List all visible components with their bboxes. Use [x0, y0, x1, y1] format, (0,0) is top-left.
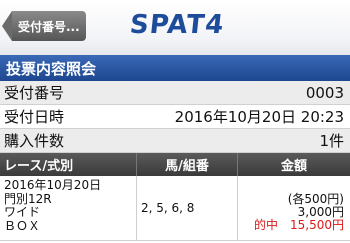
spat4-logo: SPAT4	[128, 10, 226, 40]
receipt-date-value: 2016年10月20日 20:23	[174, 108, 344, 126]
purchase-count-label: 購入件数	[4, 132, 65, 150]
receipt-date-row: 受付日時 2016年10月20日 20:23	[0, 105, 350, 129]
hit-payout: 的中 15,500円	[238, 219, 344, 232]
back-button-label: 受付番号...	[12, 11, 86, 41]
bet-type: ワイド	[4, 205, 41, 219]
receipt-number-row: 受付番号 0003	[0, 81, 350, 105]
race-date: 2016年10月20日	[4, 178, 102, 192]
purchase-count-row: 購入件数 1件	[0, 129, 350, 153]
header-amount: 金額	[280, 159, 307, 174]
header-race-type: レース/式別	[0, 153, 137, 176]
header-horse-combo: 馬/組番	[137, 153, 238, 176]
horse-numbers: 2, 5, 6, 8	[137, 176, 238, 240]
bet-table-header: レース/式別 馬/組番 金額	[0, 153, 350, 176]
bet-method: ＢＯＸ	[4, 218, 41, 233]
race-name: 門別12R	[4, 191, 52, 206]
race-cell: 2016年10月20日 門別12R ワイド ＢＯＸ	[0, 176, 137, 240]
back-button[interactable]: 受付番号...	[2, 11, 86, 41]
payout-amount: 15,500円	[290, 218, 344, 232]
receipt-number-label: 受付番号	[4, 84, 65, 102]
hit-label: 的中	[253, 218, 278, 232]
table-row: 2016年10月20日 門別12R ワイド ＢＯＸ 2, 5, 6, 8 (各5…	[0, 176, 350, 241]
amount-cell: (各500円) 3,000円 的中 15,500円	[238, 176, 350, 240]
receipt-date-label: 受付日時	[4, 108, 65, 126]
app-header: 受付番号... SPAT4	[0, 0, 350, 55]
receipt-number-value: 0003	[305, 83, 344, 102]
purchase-count-value: 1件	[319, 132, 344, 150]
page-title: 投票内容照会	[0, 55, 350, 81]
back-arrow-icon	[2, 11, 12, 41]
